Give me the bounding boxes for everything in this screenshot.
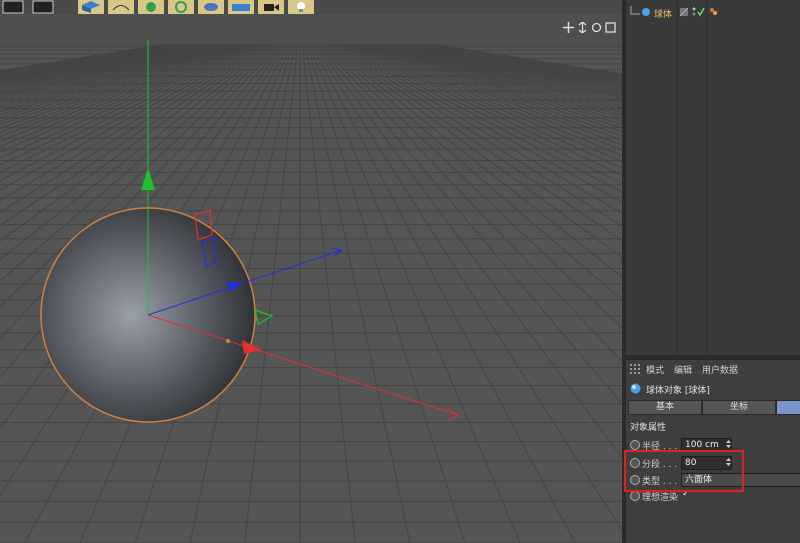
dolly-icon[interactable]: [577, 18, 588, 34]
tab-coordinates[interactable]: 坐标: [702, 400, 776, 415]
object-title: 球体对象 [球体]: [646, 386, 710, 396]
camera-icon[interactable]: [258, 0, 284, 14]
highlight-box: [624, 450, 744, 492]
radius-stepper-icon[interactable]: [726, 439, 731, 449]
grip-icon[interactable]: [630, 364, 640, 374]
floor-icon[interactable]: [228, 0, 254, 14]
menu-mode[interactable]: 模式: [646, 363, 664, 376]
cube-icon[interactable]: [78, 0, 104, 14]
tab-basic[interactable]: 基本: [628, 400, 702, 415]
spline-pen-icon[interactable]: [108, 0, 134, 14]
layer-icon[interactable]: [679, 7, 689, 17]
tree-branch-icon: [630, 6, 640, 15]
viewport-navigation: [563, 18, 616, 34]
object-row-sphere[interactable]: 球体: [626, 6, 800, 22]
maximize-view-icon[interactable]: [605, 18, 616, 33]
deformer-icon[interactable]: [198, 0, 224, 14]
tag-icon[interactable]: [709, 7, 719, 17]
sphere-object-icon: [630, 383, 641, 394]
top-toolbar: [0, 0, 622, 14]
tab-object[interactable]: [776, 400, 800, 415]
light-icon[interactable]: [288, 0, 314, 14]
array-icon[interactable]: [168, 0, 194, 14]
pan-icon[interactable]: [563, 18, 574, 33]
object-manager: 球体: [626, 0, 800, 355]
enabled-check-icon[interactable]: [697, 7, 705, 17]
object-name[interactable]: 球体: [654, 7, 672, 20]
orbit-icon[interactable]: [591, 18, 602, 33]
render-perfect-radio[interactable]: [630, 491, 640, 501]
sphere-icon: [642, 8, 650, 16]
radius-radio[interactable]: [630, 440, 640, 450]
section-title: 对象属性: [630, 423, 667, 433]
menu-user-data[interactable]: 用户数据: [702, 363, 738, 376]
3d-viewport[interactable]: [0, 0, 622, 543]
nurbs-icon[interactable]: [138, 0, 164, 14]
render-region-button[interactable]: [0, 0, 26, 14]
selection-point: [226, 339, 230, 343]
viewport-scene[interactable]: [0, 0, 622, 543]
menu-edit[interactable]: 编辑: [674, 363, 692, 376]
render-view-button[interactable]: [30, 0, 56, 14]
